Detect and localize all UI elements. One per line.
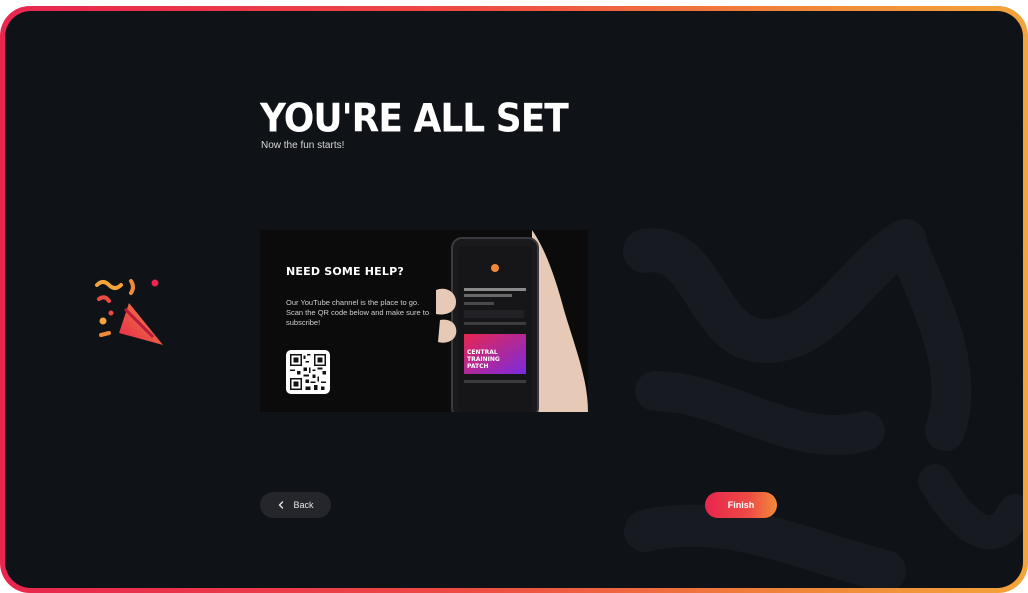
chevron-left-icon xyxy=(279,501,284,509)
help-card-body: Our YouTube channel is the place to go. … xyxy=(286,298,429,327)
finish-button-label: Finish xyxy=(727,500,755,510)
help-card: NEED SOME HELP? Our YouTube channel is t… xyxy=(260,230,588,412)
help-card-heading: NEED SOME HELP? xyxy=(286,265,404,278)
finish-button[interactable]: Finish xyxy=(705,492,777,518)
setup-complete-screen: YOU'RE ALL SET Now the fun starts! NEED … xyxy=(5,11,1023,588)
phone-in-hand-image: CENTRAL TRAINING PATCH xyxy=(436,230,588,412)
page-subtitle: Now the fun starts! xyxy=(261,140,345,151)
app-frame: YOU'RE ALL SET Now the fun starts! NEED … xyxy=(0,6,1028,593)
party-popper-icon xyxy=(95,279,163,345)
qr-code-icon xyxy=(286,350,330,394)
page-title: YOU'RE ALL SET xyxy=(260,97,569,142)
back-button[interactable]: Back xyxy=(260,492,331,518)
back-button-label: Back xyxy=(293,500,314,510)
